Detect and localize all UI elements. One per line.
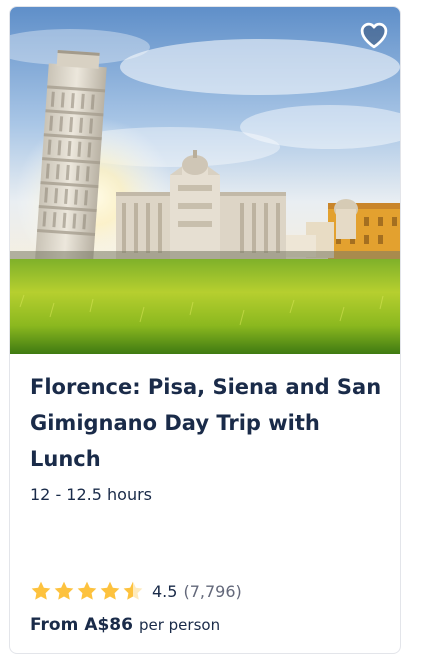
price-row: From A$86 per person bbox=[30, 615, 220, 635]
activity-photo[interactable] bbox=[10, 7, 400, 354]
price-amount: A$86 bbox=[84, 615, 133, 635]
activity-card[interactable]: Florence: Pisa, Siena and San Gimignano … bbox=[9, 6, 401, 654]
activity-title[interactable]: Florence: Pisa, Siena and San Gimignano … bbox=[30, 369, 390, 477]
rating-row: 4.5 (7,796) bbox=[30, 579, 242, 603]
price-unit: per person bbox=[138, 616, 221, 634]
star-full-icon bbox=[77, 581, 97, 600]
star-full-icon bbox=[31, 581, 51, 600]
activity-duration: 12 - 12.5 hours bbox=[30, 485, 152, 504]
star-rating bbox=[30, 580, 144, 602]
star-full-icon bbox=[100, 581, 120, 600]
rating-value: 4.5 bbox=[152, 581, 178, 601]
wishlist-button[interactable] bbox=[356, 17, 392, 53]
star-half-icon bbox=[123, 581, 143, 600]
price-from-label: From bbox=[30, 615, 79, 635]
heart-outline-icon bbox=[360, 22, 388, 49]
star-full-icon bbox=[54, 581, 74, 600]
review-count[interactable]: (7,796) bbox=[183, 582, 241, 601]
